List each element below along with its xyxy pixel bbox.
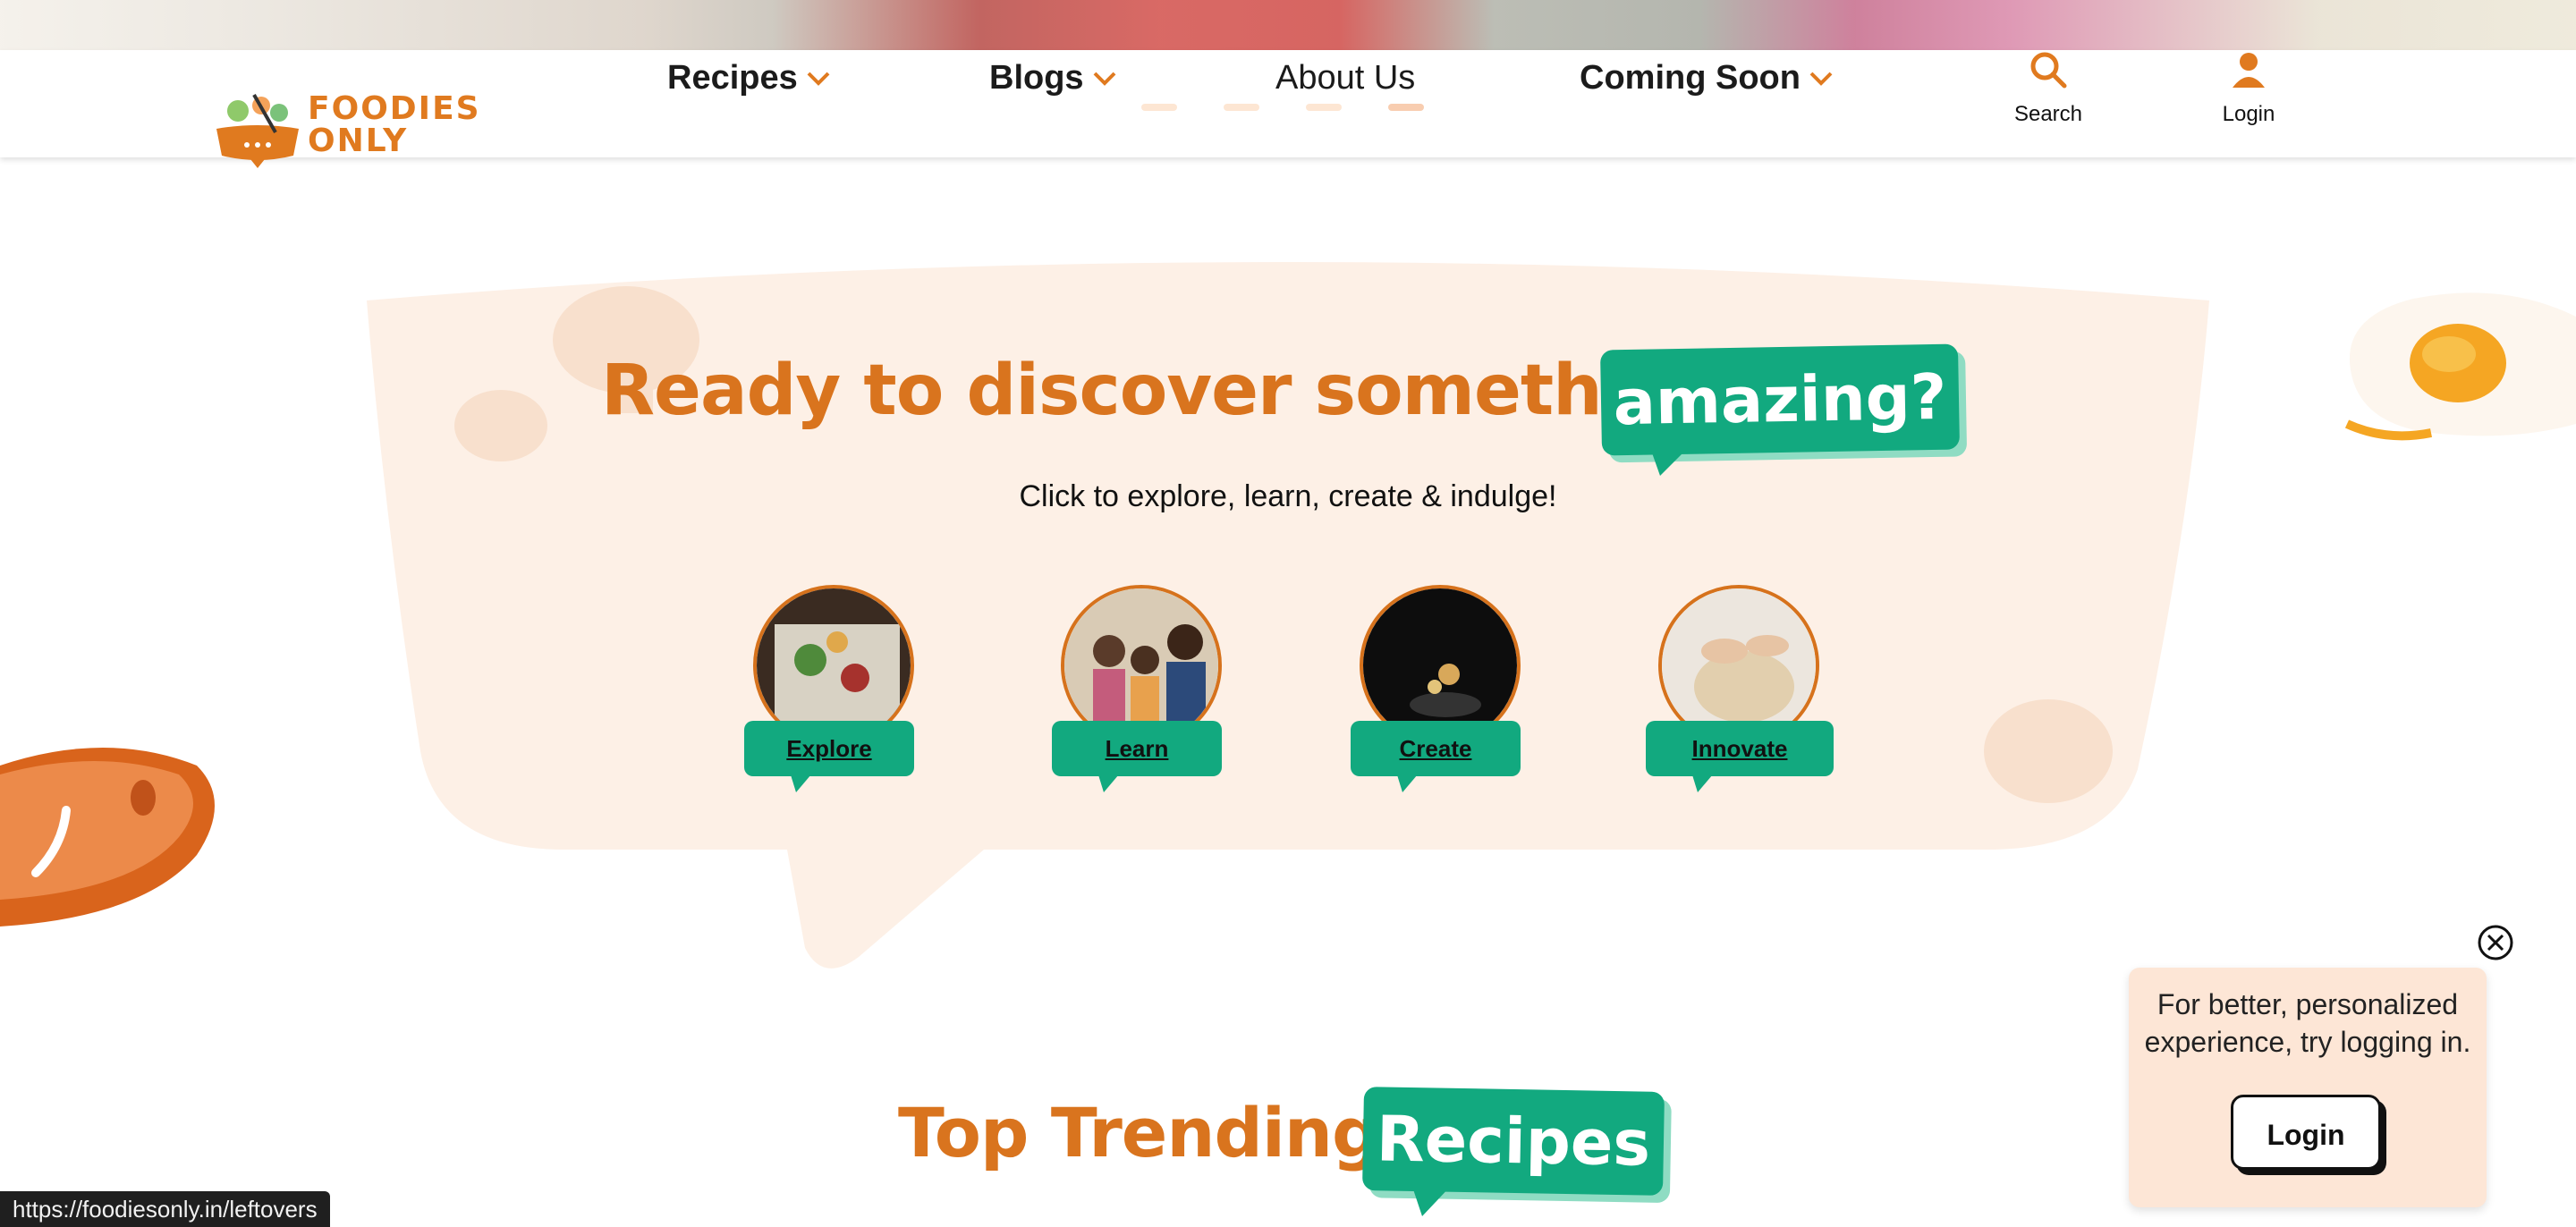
explore-label[interactable]: Explore <box>744 721 914 776</box>
recipes-tag: Recipes <box>1362 1087 1665 1196</box>
slider-dot[interactable] <box>1141 104 1177 111</box>
login-label: Login <box>2222 102 2275 126</box>
nav-recipes[interactable]: Recipes <box>667 59 830 97</box>
popup-login-button[interactable]: Login <box>2231 1095 2381 1170</box>
card-explore[interactable]: Explore <box>744 585 923 800</box>
tag-tail-icon <box>1411 1184 1453 1216</box>
login-prompt-message: For better, personalized experience, try… <box>2144 988 2471 1058</box>
slider-dot-active[interactable] <box>1388 104 1424 111</box>
sausage-decoration <box>0 748 215 927</box>
tag-tail-icon <box>1649 445 1690 476</box>
nav-blogs[interactable]: Blogs <box>989 59 1116 97</box>
top-navbar: FOODIES ONLY Recipes Blogs About Us Comi… <box>0 50 2576 168</box>
trending-title: Top Trending <box>898 1093 1380 1172</box>
create-label[interactable]: Create <box>1351 721 1521 776</box>
card-create[interactable]: Create <box>1351 585 1530 800</box>
nav-about-us[interactable]: About Us <box>1275 59 1415 97</box>
search-button[interactable]: Search <box>2012 50 2084 127</box>
chevron-down-icon <box>807 72 830 86</box>
nav-coming-soon[interactable]: Coming Soon <box>1580 59 1833 97</box>
slider-dot[interactable] <box>1306 104 1342 111</box>
amazing-tag: amazing? <box>1600 343 1960 456</box>
innovate-label[interactable]: Innovate <box>1646 721 1834 776</box>
close-icon[interactable] <box>2476 923 2515 962</box>
discover-headline: Ready to discover something <box>601 351 1724 431</box>
user-icon <box>2233 53 2265 88</box>
card-innovate[interactable]: Innovate <box>1646 585 1834 800</box>
chevron-down-icon <box>1809 72 1833 86</box>
card-learn[interactable]: Learn <box>1052 585 1231 800</box>
search-icon <box>2030 52 2067 89</box>
hero-image-strip <box>0 0 2576 50</box>
slider-dots <box>1141 104 1424 111</box>
status-bar-url: https://foodiesonly.in/leftovers <box>0 1191 330 1227</box>
discover-subtitle: Click to explore, learn, create & indulg… <box>1019 479 1557 513</box>
site-logo[interactable]: FOODIES ONLY <box>211 89 479 170</box>
search-label: Search <box>2013 102 2083 126</box>
login-prompt-popup: For better, personalized experience, try… <box>2129 968 2487 1207</box>
login-nav-button[interactable]: Login <box>2213 50 2284 127</box>
fried-egg-decoration <box>2344 292 2576 441</box>
slider-dot[interactable] <box>1224 104 1259 111</box>
learn-label[interactable]: Learn <box>1052 721 1222 776</box>
logo-pot-icon <box>216 94 299 168</box>
chevron-down-icon <box>1093 72 1115 86</box>
logo-text: FOODIES ONLY <box>308 90 481 159</box>
